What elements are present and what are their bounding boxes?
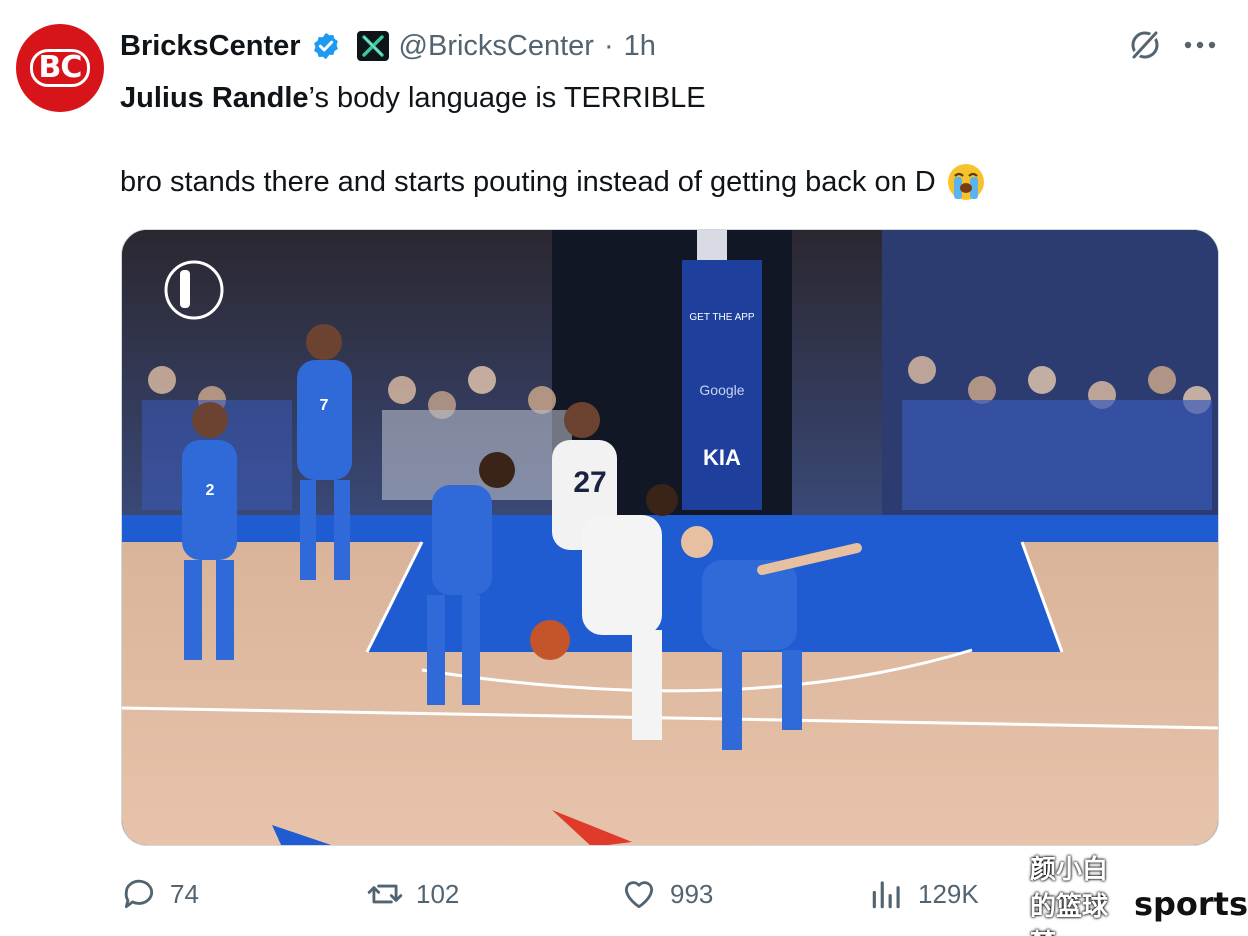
basketball-scene: Google KIA GET THE APP 2 7 27 — [122, 230, 1218, 845]
tweet-text-rest: ’s body language is TERRIBLE — [308, 82, 706, 114]
sign-kia: KIA — [703, 445, 741, 470]
watermark-chinese: 颜小白的篮球梦 — [1030, 854, 1109, 936]
video-media[interactable]: Google KIA GET THE APP 2 7 27 — [121, 229, 1219, 846]
heart-icon — [624, 881, 654, 909]
tweet-text-line1: Julius Randle’s body language is TERRIBL… — [120, 78, 706, 118]
reply-icon — [124, 879, 154, 909]
repost-button[interactable]: 102 — [366, 866, 459, 922]
sign-app: GET THE APP — [689, 312, 755, 323]
jersey-2: 2 — [206, 482, 215, 499]
loudly-crying-face-icon — [946, 162, 986, 202]
reply-button[interactable]: 74 — [120, 866, 199, 922]
watermark: 颜小白的篮球梦 sports — [1030, 855, 1248, 936]
tweet-text: bro stands there and starts pouting inst… — [120, 166, 936, 198]
tweet: BC BricksCenter @BricksCenter · 1h Juliu… — [0, 0, 1248, 936]
verified-badge-icon — [311, 31, 341, 61]
like-count: 993 — [670, 878, 714, 909]
tweet-text-line2: bro stands there and starts pouting inst… — [120, 162, 986, 202]
sign-google: Google — [699, 382, 744, 398]
avatar-logo: BC — [29, 49, 91, 87]
display-name[interactable]: BricksCenter — [120, 30, 301, 63]
like-button[interactable]: 993 — [620, 866, 713, 922]
watermark-sports: sports — [1133, 885, 1248, 923]
repost-icon — [367, 884, 403, 904]
reply-count: 74 — [170, 878, 199, 909]
jersey-27: 27 — [573, 466, 606, 499]
tweet-header: BricksCenter @BricksCenter · 1h — [120, 26, 656, 66]
mention-name[interactable]: Julius Randle — [120, 82, 309, 114]
x-brand-icon — [356, 31, 389, 61]
more-options-icon[interactable] — [1180, 26, 1220, 64]
views-count: 129K — [918, 878, 979, 909]
views-button[interactable]: 129K — [868, 866, 979, 922]
jersey-7: 7 — [320, 397, 329, 414]
views-chart-icon — [872, 881, 900, 909]
timestamp[interactable]: 1h — [624, 30, 656, 63]
avatar[interactable]: BC — [16, 24, 104, 112]
handle[interactable]: @BricksCenter — [399, 30, 594, 63]
repost-count: 102 — [416, 878, 460, 909]
separator-dot: · — [603, 29, 614, 62]
grok-icon[interactable] — [1126, 26, 1164, 64]
